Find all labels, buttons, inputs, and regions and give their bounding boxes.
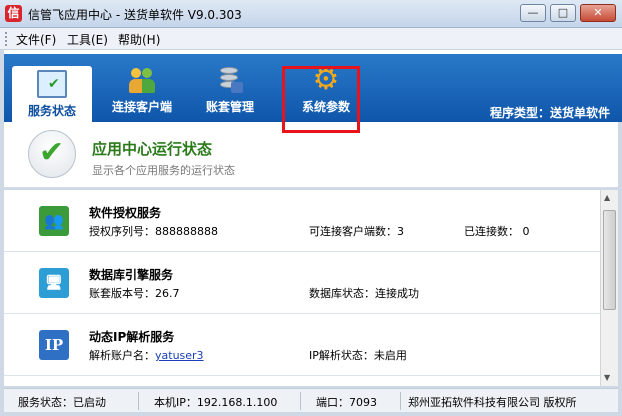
window-title: 信管飞应用中心 - 送货单软件 V9.0.303 [28,8,242,22]
client-limit: 可连接客户端数：3 [309,225,404,238]
service-name: 软件授权服务 [89,206,162,220]
divider [400,392,401,410]
check-circle-icon: ✔ [28,130,76,178]
list-item: 🖥 数据库引擎服务 账套版本号：26.7 数据库状态：连接成功 [4,252,600,314]
resolve-account-link[interactable]: yatuser3 [155,349,204,362]
list-item: 👥 软件授权服务 授权序列号：888888888 可连接客户端数：3 已连接数：… [4,190,600,252]
status-subtitle: 显示各个应用服务的运行状态 [92,164,235,177]
title-bar: 信 信管飞应用中心 - 送货单软件 V9.0.303 — □ ✕ [0,0,622,28]
app-logo-icon: 信 [5,5,22,22]
users-icon [127,66,157,94]
tab-label: 账套管理 [205,100,254,114]
tab-label: 服务状态 [27,104,76,118]
scroll-thumb[interactable] [603,210,616,310]
program-type-label: 程序类型：送货单软件 [489,106,610,120]
service-status-text: 服务状态：已启动 [18,396,106,409]
minimize-button[interactable]: — [520,4,546,22]
connected-count: 已连接数： 0 [464,225,530,238]
divider [138,392,139,410]
menu-tools[interactable]: 工具(E) [67,31,108,48]
services-list: 👥 软件授权服务 授权序列号：888888888 可连接客户端数：3 已连接数：… [4,190,600,386]
scroll-down-icon[interactable]: ▼ [604,373,610,382]
port-text: 端口：7093 [316,396,377,409]
menu-bar: 文件(F) 工具(E) 帮助(H) [0,28,622,50]
vertical-scrollbar[interactable]: ▲ ▼ [600,190,618,386]
ip-icon: IP [39,330,69,360]
status-bar: 服务状态：已启动 本机IP：192.168.1.100 端口：7093 郑州亚拓… [4,388,618,412]
account-version: 账套版本号：26.7 [89,287,180,300]
resolve-account: 解析账户名：yatuser3 [89,347,204,363]
service-name: 数据库引擎服务 [89,268,174,282]
menu-grip [5,32,8,46]
tab-service-status[interactable]: 服务状态 [12,66,92,122]
divider [300,392,301,410]
list-item: IP 动态IP解析服务 解析账户名：yatuser3 IP解析状态：未启用 [4,314,600,376]
users-icon: 👥 [39,206,69,236]
resolve-account-label: 解析账户名： [89,349,155,362]
monitor-check-icon [37,70,67,98]
menu-help[interactable]: 帮助(H) [118,31,160,48]
local-ip-text: 本机IP：192.168.1.100 [154,396,278,409]
maximize-button[interactable]: □ [550,4,576,22]
tab-label: 连接客户端 [111,100,172,114]
menu-file[interactable]: 文件(F) [16,31,56,48]
close-button[interactable]: ✕ [580,4,616,22]
license-serial: 授权序列号：888888888 [89,225,218,238]
check-icon: ✔ [39,135,65,170]
ip-resolve-status: IP解析状态：未启用 [309,349,407,362]
highlight-box [282,66,360,133]
db-status: 数据库状态：连接成功 [309,287,419,300]
database-icon [215,66,245,94]
database-engine-icon: 🖥 [39,268,69,298]
service-name: 动态IP解析服务 [89,330,175,344]
scroll-up-icon[interactable]: ▲ [604,193,610,202]
tab-connected-clients[interactable]: 连接客户端 [102,62,182,118]
tab-account-management[interactable]: 账套管理 [190,62,270,118]
status-title: 应用中心运行状态 [92,140,213,158]
copyright-text: 郑州亚拓软件科技有限公司 版权所 [408,396,577,409]
